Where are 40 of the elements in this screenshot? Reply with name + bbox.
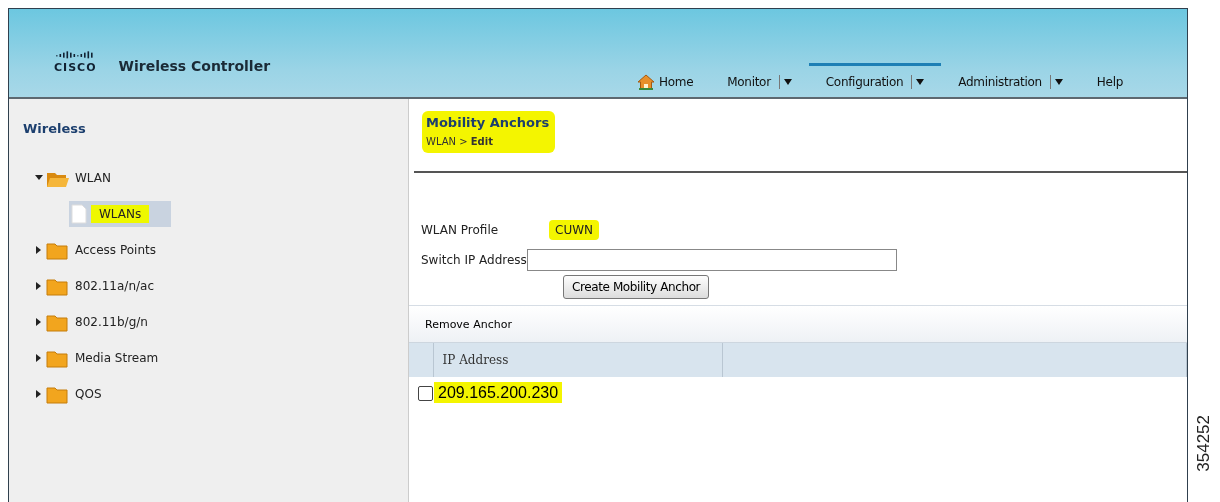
input-field[interactable]	[526, 249, 897, 271]
app-title: Wireless Controller	[118, 58, 271, 74]
checkbox[interactable]	[418, 385, 433, 401]
expand-arrow-icon[interactable]	[35, 318, 43, 326]
tree-item[interactable]: WLANs	[69, 201, 172, 227]
tree-item[interactable]: 802.11b/g/n	[75, 315, 148, 329]
figure-number: 354252	[1194, 415, 1214, 472]
folder-icon	[46, 276, 69, 296]
page-title: Mobility Anchors	[426, 115, 550, 130]
home-icon	[637, 73, 655, 90]
tree-item[interactable]: WLAN	[75, 171, 111, 185]
tree-item[interactable]: 802.11a/n/ac	[75, 279, 154, 293]
expand-arrow-icon[interactable]	[35, 354, 43, 362]
nav-tab[interactable]: Home	[609, 62, 711, 97]
collapse-arrow-icon[interactable]	[35, 174, 43, 182]
table-cell: 209.165.200.230	[434, 382, 563, 403]
sidebar-title: Wireless	[23, 121, 87, 136]
nav-tab[interactable]: Administration	[941, 62, 1080, 97]
folder-icon	[46, 384, 69, 404]
breadcrumb: WLAN > Edit	[426, 136, 494, 147]
page-icon	[71, 204, 87, 224]
tree-item[interactable]: Media Stream	[75, 351, 159, 365]
field-label: WLAN Profile	[421, 223, 500, 237]
expand-arrow-icon[interactable]	[35, 282, 43, 290]
logo-bars-icon	[56, 49, 95, 59]
column-header: IP Address	[442, 353, 509, 367]
folder-icon	[46, 240, 69, 260]
folder-icon	[46, 348, 69, 368]
tree-item[interactable]: QOS	[75, 387, 102, 401]
remove-link[interactable]: Remove Anchor	[425, 317, 512, 331]
create-button[interactable]: Create Mobility Anchor	[563, 275, 710, 299]
expand-arrow-icon[interactable]	[35, 390, 43, 398]
folder-icon	[46, 312, 69, 332]
profile-value: CUWN	[549, 220, 599, 240]
tree-item[interactable]: Access Points	[75, 243, 156, 257]
expand-arrow-icon[interactable]	[35, 246, 43, 254]
nav-tab[interactable]: Monitor	[710, 62, 809, 97]
nav-tab[interactable]: Help	[1079, 62, 1141, 97]
field-label: Switch IP Address	[421, 253, 527, 267]
logo-text: CISCO	[54, 61, 97, 74]
